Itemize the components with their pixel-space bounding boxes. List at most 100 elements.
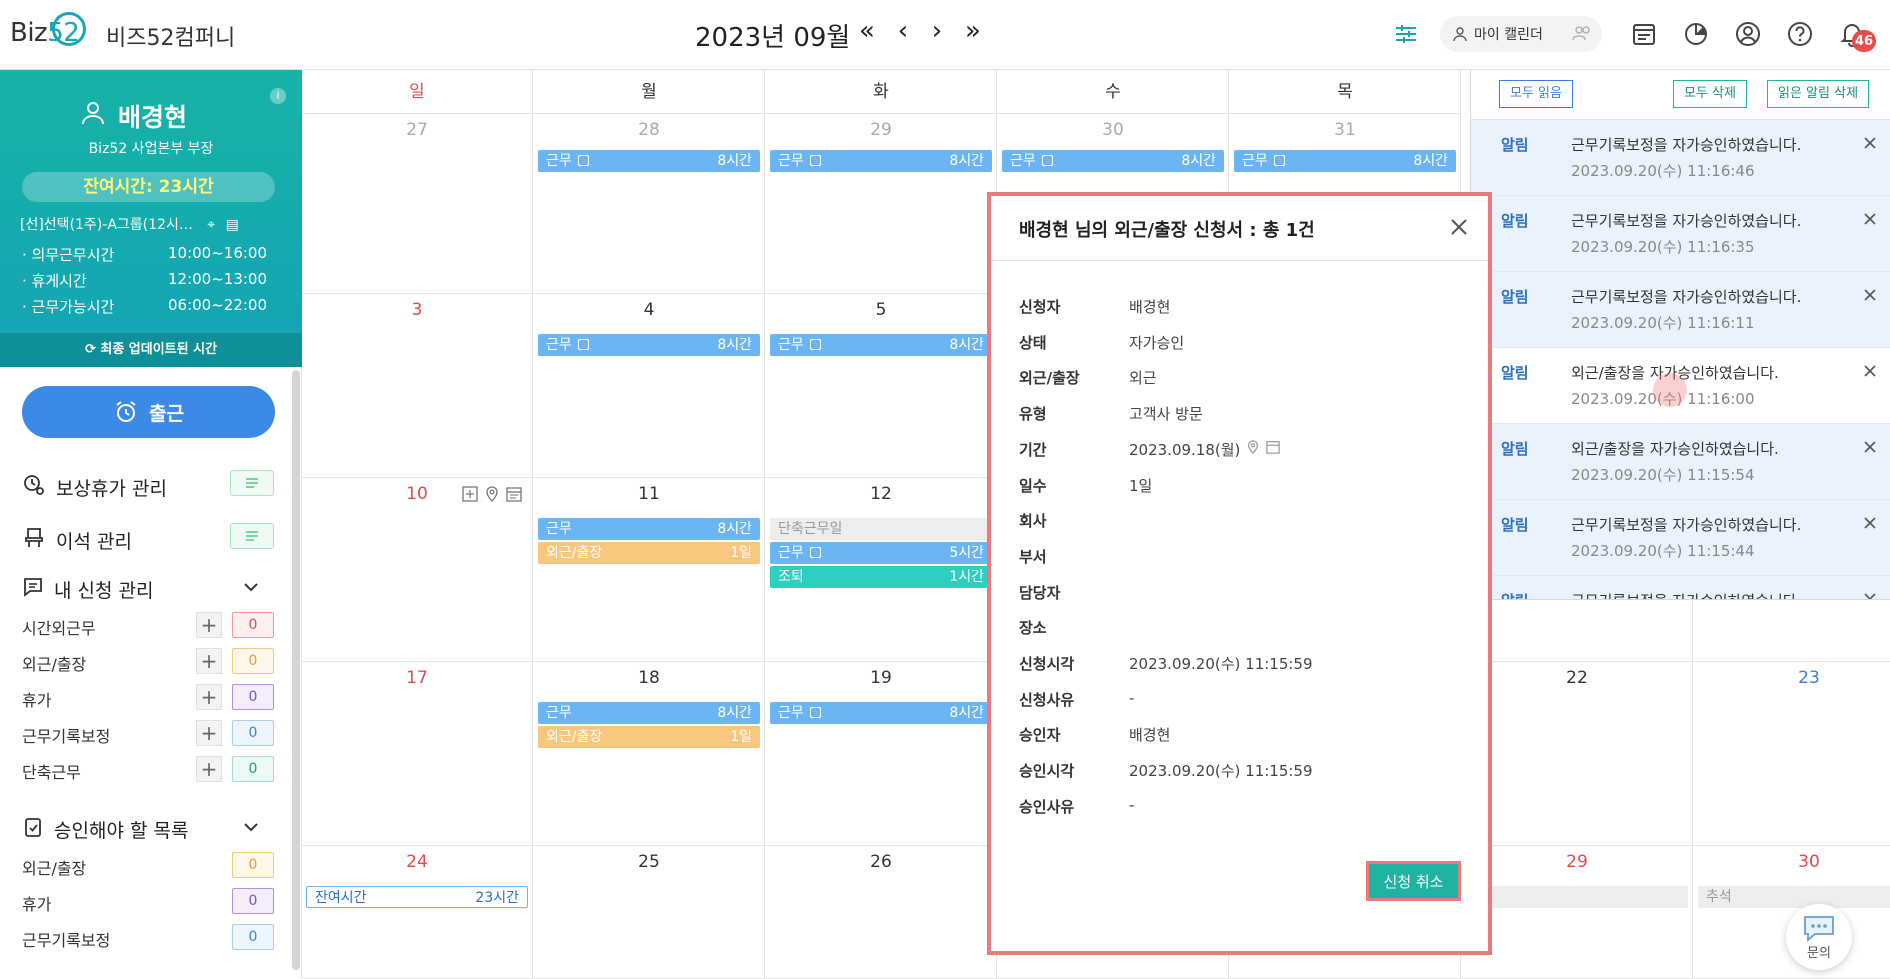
close-icon[interactable] — [1861, 362, 1879, 380]
notification-item[interactable]: 알림 근무기록보정을 자가승인하였습니다. 2023.09.20(수) 11:15:… — [1471, 500, 1890, 576]
help-icon[interactable] — [1780, 14, 1820, 54]
add-request-button[interactable]: + — [196, 648, 222, 674]
calendar-event[interactable]: 근무 8시간 — [770, 334, 992, 356]
request-row-label[interactable]: 근무기록보정 — [22, 927, 110, 951]
notification-item[interactable]: 알림 외근/출장을 자가승인하였습니다. 2023.09.20(수) 11:15:5… — [1471, 424, 1890, 500]
add-request-button[interactable]: + — [196, 684, 222, 710]
calendar-day-cell[interactable]: 12 단축근무일 근무 5시간 조퇴 1시간 — [766, 478, 997, 662]
close-icon[interactable] — [1861, 286, 1879, 304]
close-icon[interactable] — [1861, 590, 1879, 599]
calendar-day-cell[interactable]: 10 — [302, 478, 533, 662]
request-count-badge[interactable]: 0 — [232, 756, 274, 782]
calendar-day-cell[interactable]: 5 근무 8시간 — [766, 294, 997, 478]
calendar-small-icon[interactable] — [1266, 440, 1281, 458]
location-pin-icon[interactable]: ⌖ — [207, 217, 215, 233]
calendar-event[interactable]: 근무 8시간 — [1002, 150, 1224, 172]
add-request-button[interactable]: + — [196, 720, 222, 746]
calendar-event[interactable]: 근무 8시간 — [538, 334, 760, 356]
calendar-day-cell[interactable]: 29 — [1462, 846, 1693, 979]
my-requests-header[interactable]: 내 신청 관리 — [22, 576, 153, 603]
comp-leave-menu[interactable]: 보상휴가 관리 — [22, 473, 167, 502]
close-icon[interactable] — [1444, 212, 1474, 242]
notification-item[interactable]: 알림 근무기록보정을 자가승인하였습니다. 2023.09.20(수) 11:16:… — [1471, 196, 1890, 272]
pie-chart-icon[interactable] — [1676, 14, 1716, 54]
calendar-day-cell[interactable]: 30 추석 — [1694, 846, 1890, 979]
add-request-button[interactable]: + — [196, 756, 222, 782]
seat-menu[interactable]: 이석 관리 — [22, 526, 132, 555]
calendar-day-cell[interactable]: 28 근무 8시간 — [534, 114, 765, 294]
request-count-badge[interactable]: 0 — [232, 648, 274, 674]
close-icon[interactable] — [1861, 514, 1879, 532]
request-row-label[interactable]: 단축근무 — [22, 759, 81, 783]
add-request-button[interactable]: + — [196, 612, 222, 638]
check-in-button[interactable]: 출근 — [22, 386, 275, 438]
request-count-badge[interactable]: 0 — [232, 924, 274, 950]
calendar-event[interactable]: 외근/출장 1일 — [538, 726, 760, 748]
request-row-label[interactable]: 외근/출장 — [22, 651, 86, 675]
calendar-day-cell[interactable]: 18 근무 8시간 외근/출장 1일 — [534, 662, 765, 846]
comp-leave-list-button[interactable] — [230, 470, 274, 496]
calendar-day-cell[interactable]: 19 근무 8시간 — [766, 662, 997, 846]
request-row-label[interactable]: 휴가 — [22, 687, 51, 711]
calendar-event[interactable]: 추석 — [1698, 886, 1890, 908]
chevron-down-icon[interactable] — [242, 578, 260, 600]
calendar-day-cell[interactable]: 26 — [766, 846, 997, 979]
my-calendar-toggle[interactable]: 마이 캘린더 — [1440, 16, 1602, 52]
add-square-icon[interactable] — [462, 486, 478, 502]
next-month-button[interactable]: › — [922, 16, 952, 46]
request-count-badge[interactable]: 0 — [232, 720, 274, 746]
request-count-badge[interactable]: 0 — [232, 612, 274, 638]
calendar-event[interactable] — [1466, 886, 1688, 908]
request-row-label[interactable]: 근무기록보정 — [22, 723, 110, 747]
calendar-event[interactable]: 근무 8시간 — [538, 150, 760, 172]
calendar-day-cell[interactable]: 25 — [534, 846, 765, 979]
document-icon[interactable]: ▤ — [226, 217, 239, 233]
sidebar-scrollbar[interactable] — [292, 370, 300, 970]
calendar-event[interactable]: 근무 8시간 — [1234, 150, 1456, 172]
calendar-day-cell[interactable]: 11 근무 8시간 외근/출장 1일 — [534, 478, 765, 662]
filter-sliders-icon[interactable] — [1386, 14, 1426, 54]
delete-read-button[interactable]: 읽은 알림 삭제 — [1767, 80, 1870, 108]
calendar-day-cell[interactable]: 4 근무 8시간 — [534, 294, 765, 478]
request-count-badge[interactable]: 0 — [232, 888, 274, 914]
notification-item[interactable]: 알림 근무기록보정을 자가승인하였습니다. 2023.09.20(수) 11:16:… — [1471, 272, 1890, 348]
request-row-label[interactable]: 휴가 — [22, 891, 51, 915]
request-row-label[interactable]: 외근/출장 — [22, 855, 86, 879]
next-year-button[interactable]: » — [958, 16, 988, 46]
calendar-event[interactable]: 단축근무일 — [770, 518, 992, 540]
location-pin-icon[interactable] — [484, 486, 500, 502]
request-count-badge[interactable]: 0 — [232, 684, 274, 710]
calendar-day-cell[interactable]: 27 — [302, 114, 533, 294]
notification-item[interactable]: 알림 근무기록보정을 자가승인하였습니다. 2023.09.20(수) 11:16:… — [1471, 120, 1890, 196]
calendar-event[interactable]: 잔여시간 23시간 — [306, 886, 528, 908]
inquiry-chat-button[interactable]: 문의 — [1786, 904, 1852, 970]
close-icon[interactable] — [1861, 438, 1879, 456]
info-icon[interactable]: i — [270, 88, 286, 104]
read-all-button[interactable]: 모두 읽음 — [1499, 80, 1573, 108]
calendar-event[interactable]: 근무 5시간 — [770, 542, 992, 564]
calendar-event[interactable]: 근무 8시간 — [770, 150, 992, 172]
last-updated-bar[interactable]: ⟳ 최종 업데이트된 시간 — [0, 333, 302, 367]
request-count-badge[interactable]: 0 — [232, 852, 274, 878]
calendar-list-icon[interactable] — [1624, 14, 1664, 54]
calendar-event[interactable]: 외근/출장 1일 — [538, 542, 760, 564]
delete-all-button[interactable]: 모두 삭제 — [1673, 80, 1747, 108]
cancel-request-button[interactable]: 신청 취소 — [1366, 861, 1461, 901]
calendar-event[interactable]: 조퇴 1시간 — [770, 566, 992, 588]
calendar-day-cell[interactable]: 17 — [302, 662, 533, 846]
to-approve-header[interactable]: 승인해야 할 목록 — [22, 816, 188, 843]
calendar-event[interactable]: 근무 8시간 — [538, 702, 760, 724]
calendar-day-cell[interactable]: 23 — [1694, 662, 1890, 846]
calendar-day-cell[interactable]: 22 — [1462, 662, 1693, 846]
request-row-label[interactable]: 시간외근무 — [22, 615, 96, 639]
chevron-down-icon[interactable] — [242, 818, 260, 840]
calendar-day-cell[interactable]: 29 근무 8시간 — [766, 114, 997, 294]
calendar-day-cell[interactable]: 3 — [302, 294, 533, 478]
seat-list-button[interactable] — [230, 523, 274, 549]
profile-icon[interactable] — [1728, 14, 1768, 54]
location-pin-icon[interactable] — [1246, 440, 1260, 458]
calendar-day-cell[interactable]: 24 잔여시간 23시간 — [302, 846, 533, 979]
prev-month-button[interactable]: ‹ — [888, 16, 918, 46]
close-icon[interactable] — [1861, 134, 1879, 152]
prev-year-button[interactable]: « — [852, 16, 882, 46]
